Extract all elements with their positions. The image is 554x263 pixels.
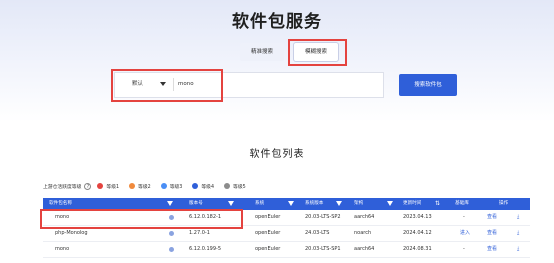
page-title: 软件包服务 — [232, 12, 322, 32]
cell-base: - — [463, 214, 465, 220]
cell-os-version: 24.03-LTS — [305, 230, 330, 236]
legend-level-5: 等级5 — [224, 183, 246, 190]
cell-version: 6.12.0.199-5 — [189, 246, 222, 252]
level-dot-icon — [129, 183, 136, 189]
legend-level-1: 等级1 — [97, 183, 119, 190]
level-dot-icon — [192, 183, 199, 189]
level-dot-icon — [224, 183, 231, 189]
col-actions: 操作 — [499, 201, 509, 206]
cell-os-version: 20.03-LTS-SP2 — [305, 214, 341, 220]
enter-link[interactable]: 进入 — [460, 226, 470, 241]
col-base: 基础库 — [455, 201, 469, 206]
level-dot-icon — [160, 183, 167, 189]
level-dot-icon — [97, 183, 104, 189]
help-icon[interactable]: ? — [84, 182, 92, 190]
view-link[interactable]: 查看 — [487, 226, 497, 241]
cell-name: mono — [55, 246, 70, 252]
col-os-version: 系统版本 — [305, 201, 324, 206]
activity-legend: 上游仓活跃度等级 ? 等级1 等级2 等级3 等级4 等级5 — [43, 181, 256, 191]
legend-level-4: 等级4 — [192, 183, 214, 190]
tab-exact-search[interactable]: 精准搜索 — [240, 43, 284, 61]
cell-os-version: 20.03-LTS-SP1 — [305, 246, 341, 252]
highlight-box-tab — [288, 39, 347, 66]
download-icon[interactable]: ⤓ — [517, 226, 519, 241]
filter-icon[interactable] — [336, 201, 342, 206]
info-icon[interactable] — [169, 247, 174, 252]
cell-updated: 2024.04.12 — [403, 230, 432, 236]
info-icon[interactable] — [169, 231, 174, 236]
cell-arch: aarch64 — [354, 246, 375, 252]
highlight-box-row — [40, 209, 243, 229]
search-button[interactable]: 搜索软件包 — [399, 74, 457, 96]
highlight-box-search — [111, 69, 223, 102]
filter-icon[interactable] — [167, 201, 173, 206]
col-os: 系统 — [255, 201, 265, 206]
table-row: mono 6.12.0.199-5 openEuler 20.03-LTS-SP… — [43, 242, 530, 258]
cell-os: openEuler — [255, 230, 281, 236]
view-link[interactable]: 查看 — [487, 210, 497, 225]
cell-arch: noarch — [354, 230, 372, 236]
sort-icon[interactable]: ⇅ — [435, 198, 440, 210]
download-icon[interactable]: ⤓ — [517, 210, 519, 225]
cell-arch: aarch64 — [354, 214, 375, 220]
cell-base: - — [463, 246, 465, 252]
col-updated: 更新时间 — [403, 201, 422, 206]
view-link[interactable]: 查看 — [487, 242, 497, 257]
download-icon[interactable]: ⤓ — [517, 242, 519, 257]
legend-level-2: 等级2 — [129, 183, 151, 190]
cell-updated: 2024.08.31 — [403, 246, 432, 252]
filter-icon[interactable] — [387, 201, 393, 206]
filter-icon[interactable] — [288, 201, 294, 206]
col-arch: 架构 — [354, 201, 364, 206]
legend-label: 上游仓活跃度等级 — [43, 184, 82, 190]
cell-os: openEuler — [255, 246, 281, 252]
filter-icon[interactable] — [228, 201, 234, 206]
cell-updated: 2023.04.13 — [403, 214, 432, 220]
section-title: 软件包列表 — [249, 149, 305, 160]
cell-os: openEuler — [255, 214, 281, 220]
legend-level-3: 等级3 — [160, 183, 182, 190]
